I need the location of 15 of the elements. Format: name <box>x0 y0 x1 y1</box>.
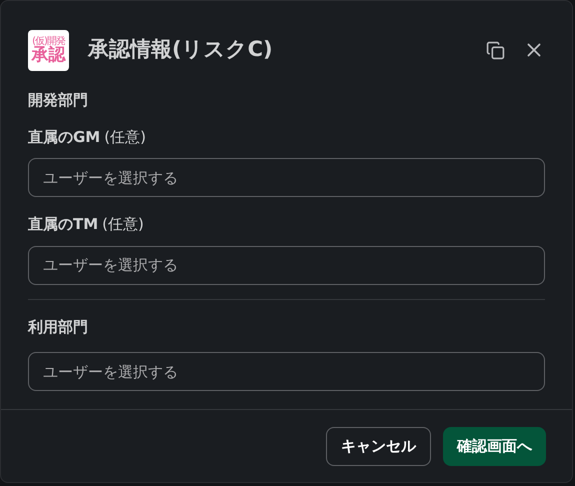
optional-hint: (任意) <box>104 126 146 148</box>
user-select-field[interactable]: ユーザーを選択する <box>28 246 545 284</box>
user-select-field[interactable]: ユーザーを選択する <box>28 158 545 197</box>
field-label: 直属のTM <box>28 214 98 235</box>
user-select-field[interactable]: ユーザーを選択する <box>28 352 545 391</box>
optional-hint: (任意) <box>102 214 144 235</box>
section-heading: 開発部門 <box>28 90 89 111</box>
cancel-button[interactable]: キャンセル <box>326 426 431 466</box>
confirm-button[interactable]: 確認画面へ <box>443 426 546 466</box>
copy-icon[interactable] <box>486 40 505 60</box>
logo-text: (仮)開発 <box>32 36 65 46</box>
section-heading: 利用部門 <box>28 316 89 338</box>
logo-text: 承認 <box>32 46 66 64</box>
field-label: 直属のGM <box>28 126 100 148</box>
modal-title: 承認情報(リスクC) <box>88 36 273 64</box>
